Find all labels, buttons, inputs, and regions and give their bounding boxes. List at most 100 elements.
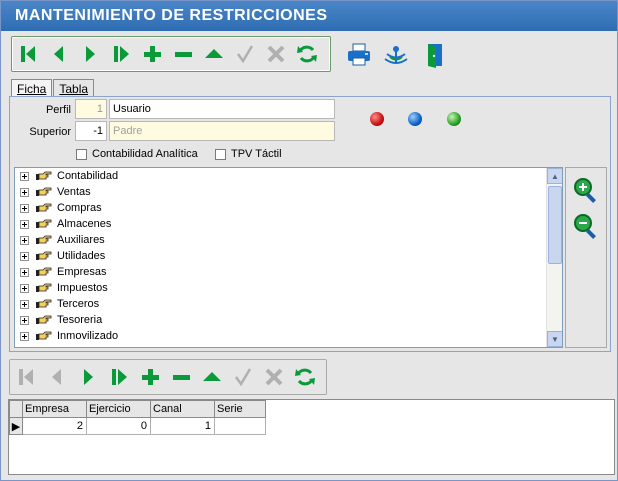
tree-item[interactable]: Almacenes	[15, 216, 562, 232]
tpv-checkbox-label: TPV Táctil	[231, 148, 282, 160]
red-status-icon[interactable]	[370, 112, 384, 126]
blue-status-icon[interactable]	[408, 112, 422, 126]
detail-next-button[interactable]	[72, 362, 103, 393]
refresh-button[interactable]	[291, 39, 322, 70]
tree-item-label: Inmovilizado	[57, 330, 119, 342]
detail-refresh-button[interactable]	[289, 362, 320, 393]
cancel-button[interactable]	[260, 39, 291, 70]
column-header-ejercicio[interactable]: Ejercicio	[86, 400, 151, 418]
contabilidad-checkbox-label: Contabilidad Analítica	[92, 148, 198, 160]
detail-delete-button[interactable]	[165, 362, 196, 393]
detail-post-button[interactable]	[227, 362, 258, 393]
tree-item[interactable]: Empresas	[15, 264, 562, 280]
detail-edit-button[interactable]	[196, 362, 227, 393]
column-header-serie[interactable]: Serie	[214, 400, 266, 418]
print-icon	[347, 43, 370, 65]
pointing-hand-icon	[36, 171, 52, 180]
expand-icon[interactable]	[20, 171, 29, 181]
expand-icon[interactable]	[20, 235, 29, 245]
tree-item[interactable]: Contabilidad	[15, 168, 562, 184]
next-button[interactable]	[74, 39, 105, 70]
pointing-hand-icon	[36, 235, 52, 244]
last-button[interactable]	[105, 39, 136, 70]
first-button[interactable]	[12, 39, 43, 70]
collapse-all-button[interactable]	[572, 212, 600, 243]
window-title: MANTENIMIENTO DE RESTRICCIONES	[1, 1, 617, 31]
detail-cancel-button[interactable]	[258, 362, 289, 393]
detail-first-button[interactable]	[10, 362, 41, 393]
cell-ejercicio[interactable]: 0	[86, 417, 151, 435]
tab-ficha[interactable]: Ficha	[11, 79, 53, 96]
extra-tools	[343, 39, 448, 70]
expand-icon[interactable]	[20, 203, 29, 213]
tab-tabla[interactable]: Tabla	[53, 79, 95, 96]
expand-icon[interactable]	[20, 251, 29, 261]
contabilidad-check-box[interactable]	[76, 148, 87, 160]
wifi-button[interactable]	[380, 39, 411, 70]
next-icon	[83, 369, 93, 385]
detail-prior-button[interactable]	[41, 362, 72, 393]
prior-icon	[53, 46, 63, 62]
green-status-icon[interactable]	[447, 112, 461, 126]
tpv-checkbox[interactable]: TPV Táctil	[215, 148, 282, 160]
restrictions-grid[interactable]: Empresa Ejercicio Canal Serie ▶ 2 0 1	[8, 399, 615, 475]
delete-button[interactable]	[167, 39, 198, 70]
expand-icon[interactable]	[20, 283, 29, 293]
cell-canal[interactable]: 1	[150, 417, 215, 435]
cell-empresa[interactable]: 2	[22, 417, 87, 435]
tree-item[interactable]: Inmovilizado	[15, 328, 562, 344]
tree-item-label: Empresas	[57, 266, 107, 278]
tree-item-label: Terceros	[57, 298, 100, 310]
scroll-down-icon[interactable]: ▼	[547, 331, 562, 347]
tree-item[interactable]: Tesoreria	[15, 312, 562, 328]
edit-button[interactable]	[198, 39, 229, 70]
tree-item[interactable]: Producción	[15, 344, 562, 349]
column-header-canal[interactable]: Canal	[150, 400, 215, 418]
tree-item[interactable]: Utilidades	[15, 248, 562, 264]
scroll-thumb[interactable]	[548, 186, 562, 264]
expand-icon[interactable]	[20, 315, 29, 325]
first-icon	[18, 369, 33, 385]
tree-item[interactable]: Compras	[15, 200, 562, 216]
tpv-check-box[interactable]	[215, 148, 226, 160]
main-navigator	[11, 36, 331, 72]
contabilidad-checkbox[interactable]: Contabilidad Analítica	[76, 148, 198, 160]
expand-icon[interactable]	[20, 267, 29, 277]
pointing-hand-icon	[36, 315, 52, 324]
refresh-icon	[296, 45, 317, 63]
superior-id-field[interactable]: -1	[75, 121, 107, 141]
tree-rows: Contabilidad Ventas Compras Almacenes Auxili…	[15, 168, 562, 349]
expand-icon[interactable]	[20, 299, 29, 309]
print-button[interactable]	[343, 39, 374, 70]
grid-table: Empresa Ejercicio Canal Serie ▶ 2 0 1	[9, 400, 266, 435]
perfil-id-field[interactable]: 1	[75, 99, 107, 119]
expand-all-button[interactable]	[572, 176, 600, 207]
expand-icon[interactable]	[20, 331, 29, 341]
table-row[interactable]: ▶ 2 0 1	[9, 417, 266, 435]
prior-button[interactable]	[43, 39, 74, 70]
insert-button[interactable]	[136, 39, 167, 70]
expand-icon[interactable]	[20, 348, 29, 349]
tree-item[interactable]: Auxiliares	[15, 232, 562, 248]
exit-button[interactable]	[417, 39, 448, 70]
cell-serie[interactable]	[214, 417, 266, 435]
post-button[interactable]	[229, 39, 260, 70]
perfil-name-field[interactable]: Usuario	[109, 99, 335, 119]
tree-item[interactable]: Terceros	[15, 296, 562, 312]
superior-name-field[interactable]: Padre	[109, 121, 335, 141]
tree-item[interactable]: Impuestos	[15, 280, 562, 296]
scroll-up-icon[interactable]: ▲	[547, 168, 562, 184]
tree-scrollbar[interactable]: ▲ ▼	[546, 168, 562, 347]
tree-item[interactable]: Ventas	[15, 184, 562, 200]
pointing-hand-icon	[36, 347, 52, 348]
zoom-panel	[565, 167, 607, 348]
delete-icon	[174, 52, 192, 57]
expand-icon[interactable]	[20, 187, 29, 197]
insert-icon	[141, 369, 159, 385]
column-header-empresa[interactable]: Empresa	[22, 400, 87, 418]
expand-icon[interactable]	[20, 219, 29, 229]
detail-last-button[interactable]	[103, 362, 134, 393]
detail-insert-button[interactable]	[134, 362, 165, 393]
zoom-in-icon	[574, 178, 596, 203]
modules-tree[interactable]: Contabilidad Ventas Compras Almacenes Auxili…	[14, 167, 563, 348]
